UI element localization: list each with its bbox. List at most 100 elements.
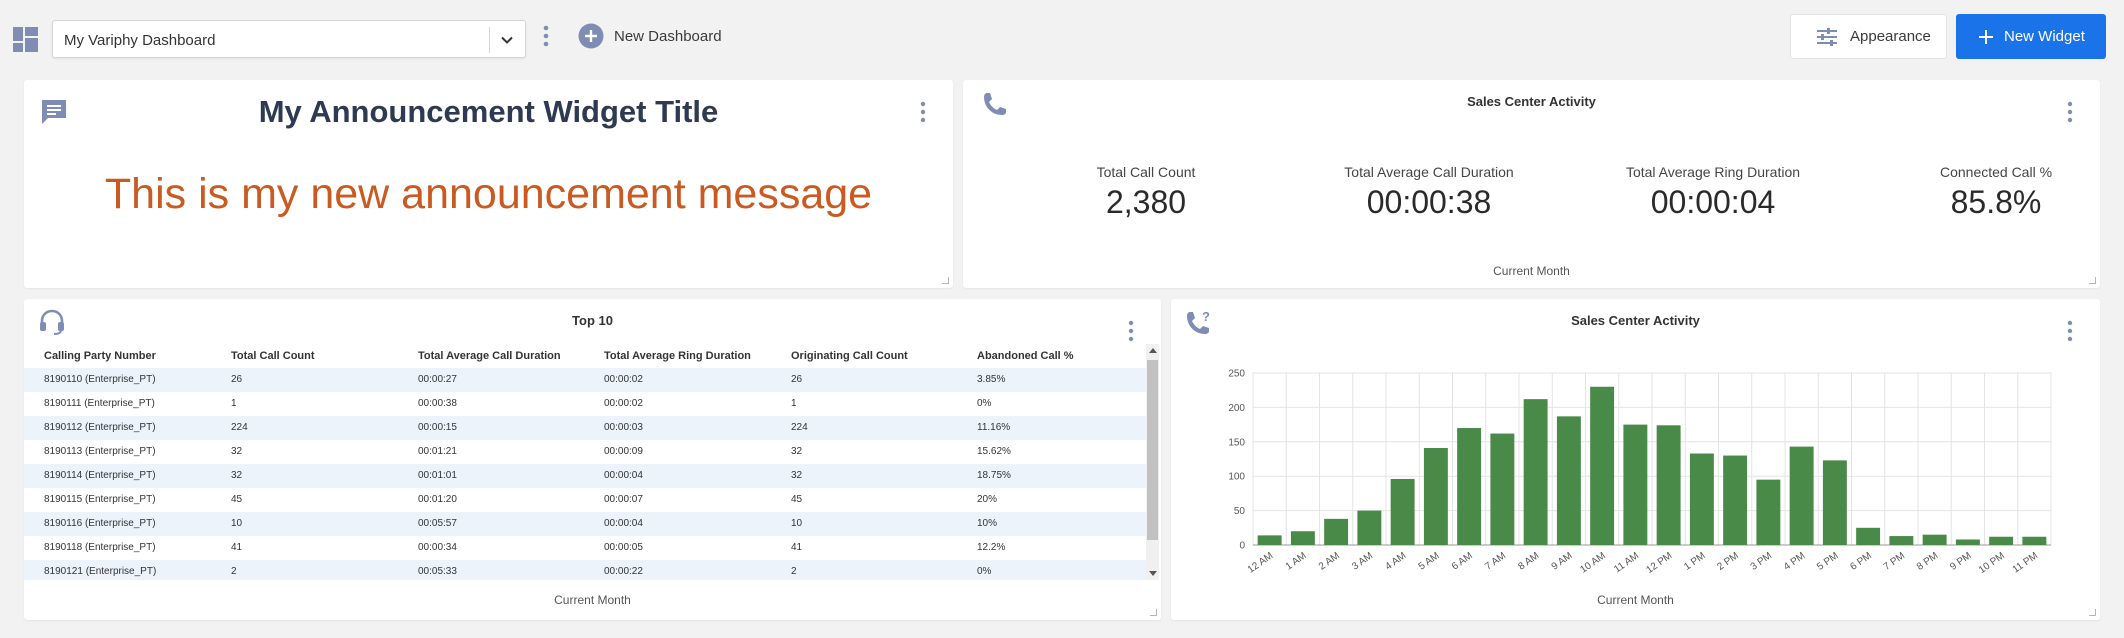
bar[interactable] bbox=[1656, 425, 1681, 545]
bar[interactable] bbox=[1324, 518, 1349, 545]
column-header[interactable]: Calling Party Number bbox=[44, 350, 156, 362]
scroll-up-icon[interactable] bbox=[1149, 348, 1157, 353]
bar[interactable] bbox=[1490, 433, 1515, 545]
table-cell: 26 bbox=[791, 374, 803, 385]
scrollbar-thumb[interactable] bbox=[1147, 360, 1158, 540]
widget-more-icon[interactable] bbox=[919, 100, 927, 124]
table-cell: 8190110 (Enterprise_PT) bbox=[44, 374, 156, 385]
kpi-total-avg-call-duration: Total Average Call Duration 00:00:38 bbox=[1299, 164, 1559, 221]
kpi-total-call-count: Total Call Count 2,380 bbox=[1016, 164, 1276, 221]
table-cell: 00:01:20 bbox=[418, 494, 457, 505]
column-header[interactable]: Originating Call Count bbox=[791, 350, 908, 362]
table-cell: 45 bbox=[231, 494, 243, 505]
table-cell: 0% bbox=[977, 566, 992, 577]
bar[interactable] bbox=[1390, 478, 1415, 545]
bar[interactable] bbox=[1856, 527, 1881, 545]
bar[interactable] bbox=[1556, 416, 1581, 545]
bar[interactable] bbox=[1623, 424, 1648, 545]
table-row[interactable]: 8190115 (Enterprise_PT) 45 00:01:20 00:00:0… bbox=[24, 488, 1146, 512]
x-tick-label: 6 PM bbox=[1848, 550, 1873, 572]
x-tick-label: 9 PM bbox=[1948, 550, 1973, 572]
kpi-value: 00:00:38 bbox=[1366, 184, 1492, 220]
table-row[interactable]: 8190110 (Enterprise_PT) 26 00:00:27 00:00:0… bbox=[24, 368, 1146, 392]
table-cell: 45 bbox=[791, 494, 803, 505]
table-row[interactable]: 8190116 (Enterprise_PT) 10 00:05:57 00:00:0… bbox=[24, 512, 1146, 536]
table-cell: 2 bbox=[791, 566, 797, 577]
table-cell: 8190121 (Enterprise_PT) bbox=[44, 566, 157, 577]
chart-widget-footer: Current Month bbox=[1597, 593, 1674, 607]
y-tick-label: 200 bbox=[1228, 403, 1245, 414]
table-cell: 00:00:02 bbox=[604, 398, 643, 409]
dashboard-more-icon[interactable] bbox=[539, 24, 553, 48]
table-cell: 8190112 (Enterprise_PT) bbox=[44, 422, 156, 433]
table-cell: 00:00:03 bbox=[604, 422, 643, 433]
table-cell: 00:00:22 bbox=[604, 566, 643, 577]
table-cell: 00:00:04 bbox=[604, 470, 643, 481]
bar[interactable] bbox=[1989, 536, 2014, 545]
table-cell: 20% bbox=[977, 494, 998, 505]
column-header[interactable]: Abandoned Call % bbox=[977, 350, 1074, 362]
column-header[interactable]: Total Call Count bbox=[231, 350, 315, 362]
table-cell: 11.16% bbox=[977, 422, 1011, 433]
sliders-icon bbox=[1817, 27, 1837, 46]
resize-handle[interactable] bbox=[1150, 609, 1157, 616]
bar[interactable] bbox=[1257, 535, 1282, 545]
table-row[interactable]: 8190114 (Enterprise_PT) 32 00:01:01 00:00:0… bbox=[24, 464, 1146, 488]
table-row[interactable]: 8190111 (Enterprise_PT) 1 00:00:38 00:00:02… bbox=[24, 392, 1146, 416]
column-header[interactable]: Total Average Ring Duration bbox=[604, 350, 751, 362]
x-tick-label: 12 AM bbox=[1246, 550, 1276, 575]
widget-more-icon[interactable] bbox=[2066, 100, 2074, 124]
table-cell: 32 bbox=[231, 470, 243, 481]
dashboard-grid-icon[interactable] bbox=[13, 27, 38, 52]
bar[interactable] bbox=[2022, 536, 2047, 545]
x-tick-label: 3 PM bbox=[1749, 550, 1774, 572]
bar[interactable] bbox=[1789, 446, 1814, 545]
chevron-down-icon[interactable] bbox=[499, 32, 515, 48]
table-row[interactable]: 8190112 (Enterprise_PT) 224 00:00:15 00:00:… bbox=[24, 416, 1146, 440]
appearance-button[interactable]: Appearance bbox=[1790, 14, 1947, 59]
x-tick-label: 4 AM bbox=[1383, 550, 1408, 572]
y-tick-label: 100 bbox=[1228, 472, 1245, 483]
kpi-label: Total Average Ring Duration bbox=[1625, 164, 1801, 180]
top-bar: My Variphy Dashboard New Dashboard Appea… bbox=[0, 0, 2124, 70]
table-cell: 00:00:27 bbox=[418, 374, 457, 385]
dashboard-select[interactable]: My Variphy Dashboard bbox=[52, 20, 526, 58]
bar[interactable] bbox=[1423, 447, 1448, 545]
bar[interactable] bbox=[1822, 460, 1847, 545]
kpi-widget-title: Sales Center Activity bbox=[1467, 94, 1596, 109]
announcement-title: My Announcement Widget Title bbox=[258, 94, 719, 129]
table-cell: 00:00:07 bbox=[604, 494, 643, 505]
scroll-down-icon[interactable] bbox=[1149, 571, 1157, 576]
table-scrollbar[interactable] bbox=[1146, 344, 1159, 580]
bar[interactable] bbox=[1590, 386, 1615, 545]
table-cell: 00:00:09 bbox=[604, 446, 643, 457]
table-row[interactable]: 8190121 (Enterprise_PT) 2 00:05:33 00:00:22… bbox=[24, 560, 1146, 580]
bar[interactable] bbox=[1457, 428, 1482, 545]
table-cell: 224 bbox=[231, 422, 248, 433]
new-dashboard-button[interactable]: New Dashboard bbox=[578, 22, 722, 50]
table-cell: 00:00:34 bbox=[418, 542, 457, 553]
table-row[interactable]: 8190118 (Enterprise_PT) 41 00:00:34 00:00:0… bbox=[24, 536, 1146, 560]
widget-more-icon[interactable] bbox=[1127, 319, 1135, 343]
new-widget-button[interactable]: New Widget bbox=[1956, 14, 2106, 59]
table-cell: 8190113 (Enterprise_PT) bbox=[44, 446, 156, 457]
bar[interactable] bbox=[1922, 534, 1947, 545]
bar[interactable] bbox=[1357, 510, 1382, 545]
bar[interactable] bbox=[1689, 453, 1714, 545]
bar[interactable] bbox=[1723, 455, 1748, 545]
resize-handle[interactable] bbox=[2089, 277, 2096, 284]
table-cell: 12.2% bbox=[977, 542, 1006, 553]
table-row[interactable]: 8190113 (Enterprise_PT) 32 00:01:21 00:00:0… bbox=[24, 440, 1146, 464]
chart-widget: ? Sales Center Activity 0 50 100 150 200 250 1… bbox=[1171, 299, 2100, 620]
resize-handle[interactable] bbox=[942, 277, 949, 284]
announcement-message: This is my new announcement message bbox=[104, 170, 873, 218]
bar[interactable] bbox=[1955, 539, 1980, 545]
bar[interactable] bbox=[1756, 479, 1781, 545]
bar[interactable] bbox=[1889, 536, 1914, 545]
top10-table-widget: Top 10 Calling Party Number Total Call C… bbox=[24, 299, 1161, 620]
new-dashboard-label: New Dashboard bbox=[614, 27, 722, 45]
bar[interactable] bbox=[1523, 399, 1548, 545]
bar[interactable] bbox=[1290, 531, 1315, 545]
column-header[interactable]: Total Average Call Duration bbox=[418, 350, 561, 362]
resize-handle[interactable] bbox=[2089, 609, 2096, 616]
